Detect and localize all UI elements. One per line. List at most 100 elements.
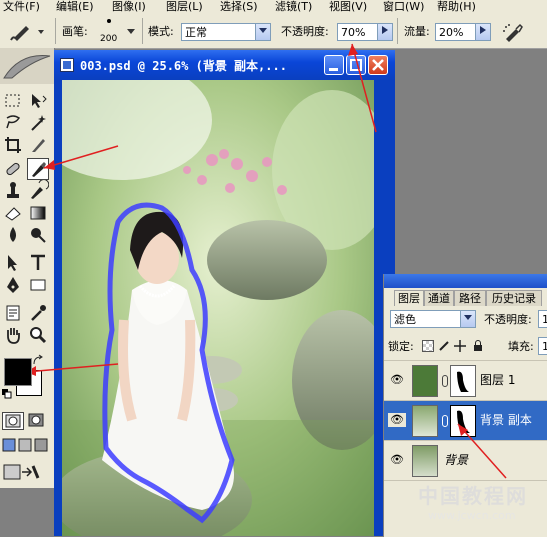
document-title-bar[interactable]: 003.psd @ 25.6% (背景 副本,... bbox=[54, 50, 395, 80]
history-brush-tool-icon[interactable] bbox=[27, 179, 50, 202]
minimize-button[interactable] bbox=[324, 55, 344, 75]
panel-title-bar[interactable] bbox=[384, 274, 547, 288]
layer-row[interactable]: 👁 背景 bbox=[384, 440, 547, 480]
link-icon[interactable] bbox=[442, 415, 448, 427]
lock-all-icon[interactable] bbox=[472, 340, 484, 352]
opacity-slider-button[interactable] bbox=[377, 23, 393, 41]
image-canvas[interactable] bbox=[62, 80, 374, 536]
flow-label: 流量: bbox=[404, 25, 430, 38]
lasso-tool-icon[interactable] bbox=[2, 112, 24, 134]
standard-screen-mode-button[interactable] bbox=[2, 438, 16, 452]
close-button[interactable] bbox=[368, 55, 388, 75]
photo-artwork bbox=[62, 80, 374, 536]
minimize-icon bbox=[329, 68, 338, 71]
menu-window[interactable]: 窗口(W) bbox=[383, 0, 424, 13]
full-screen-mode-button[interactable] bbox=[34, 438, 48, 452]
eraser-tool-icon[interactable] bbox=[2, 202, 24, 224]
healing-brush-tool-icon[interactable] bbox=[2, 158, 24, 180]
flow-slider-button[interactable] bbox=[475, 23, 491, 41]
menu-layer[interactable]: 图层(L) bbox=[166, 0, 203, 13]
tab-layers[interactable]: 图层 bbox=[394, 290, 424, 306]
tab-layers-label: 图层 bbox=[398, 292, 420, 305]
brush-picker[interactable]: 200 bbox=[96, 17, 136, 45]
flow-value: 20% bbox=[439, 26, 464, 39]
gradient-tool-icon[interactable] bbox=[27, 202, 49, 224]
default-colors-icon[interactable] bbox=[2, 388, 12, 399]
layer-thumbnail bbox=[412, 405, 438, 437]
lock-image-icon[interactable] bbox=[438, 340, 450, 352]
menu-edit[interactable]: 编辑(E) bbox=[56, 0, 94, 13]
layer-mask-thumbnail bbox=[450, 365, 476, 397]
menu-view[interactable]: 视图(V) bbox=[329, 0, 367, 13]
hand-tool-icon[interactable] bbox=[2, 324, 24, 346]
menu-bar: 文件(F) 编辑(E) 图像(I) 图层(L) 选择(S) 滤镜(T) 视图(V… bbox=[0, 0, 547, 14]
brush-tip-preview bbox=[107, 19, 111, 23]
menu-filter[interactable]: 滤镜(T) bbox=[275, 0, 312, 13]
tab-history-label: 历史记录 bbox=[492, 292, 536, 305]
menu-help[interactable]: 帮助(H) bbox=[437, 0, 476, 13]
triangle-right-icon bbox=[480, 26, 486, 34]
tab-channels[interactable]: 通道 bbox=[424, 290, 454, 306]
swap-colors-icon[interactable] bbox=[32, 354, 44, 366]
feather-logo-icon bbox=[3, 54, 51, 79]
eyedropper-tool-icon[interactable] bbox=[27, 302, 49, 324]
tab-history[interactable]: 历史记录 bbox=[486, 290, 542, 306]
menu-file[interactable]: 文件(F) bbox=[3, 0, 40, 13]
lock-label: 锁定: bbox=[388, 340, 414, 353]
layer-opacity-input[interactable]: 1 bbox=[538, 310, 547, 328]
layer-name: 背景 bbox=[444, 453, 469, 467]
layer-name: 图层 1 bbox=[480, 373, 516, 387]
visibility-eye-icon[interactable]: 👁 bbox=[388, 413, 406, 427]
maximize-button[interactable] bbox=[346, 55, 366, 75]
rectangle-tool-icon[interactable] bbox=[27, 274, 49, 296]
dodge-tool-icon[interactable] bbox=[27, 224, 49, 246]
opacity-label: 不透明度: bbox=[281, 25, 329, 38]
brush-label: 画笔: bbox=[62, 25, 88, 38]
marquee-tool-icon[interactable] bbox=[2, 90, 24, 112]
lock-position-icon[interactable] bbox=[454, 340, 466, 352]
tab-paths-label: 路径 bbox=[459, 292, 481, 305]
document-title: 003.psd @ 25.6% (背景 副本,... bbox=[80, 59, 287, 73]
document-window: 003.psd @ 25.6% (背景 副本,... bbox=[54, 50, 395, 536]
crop-tool-icon[interactable] bbox=[2, 134, 24, 156]
standard-mode-button[interactable] bbox=[2, 412, 24, 430]
blur-tool-icon[interactable] bbox=[2, 224, 24, 246]
fill-value: 1 bbox=[542, 340, 547, 353]
fill-label: 填充: bbox=[508, 340, 534, 353]
watermark-title: 中国教程网 bbox=[418, 484, 528, 508]
brush-tool-icon[interactable] bbox=[27, 158, 49, 180]
layer-row[interactable]: 👁 图层 1 bbox=[384, 360, 547, 400]
menu-select[interactable]: 选择(S) bbox=[220, 0, 258, 13]
zoom-tool-icon[interactable] bbox=[27, 324, 49, 346]
tab-paths[interactable]: 路径 bbox=[454, 290, 486, 306]
clone-stamp-tool-icon[interactable] bbox=[2, 180, 24, 202]
path-selection-tool-icon[interactable] bbox=[2, 252, 24, 274]
mode-dropdown-button[interactable] bbox=[255, 23, 271, 41]
layer-mask-thumbnail bbox=[450, 405, 476, 437]
blend-mode-dropdown-button[interactable] bbox=[460, 310, 476, 328]
visibility-eye-icon[interactable]: 👁 bbox=[388, 453, 406, 467]
lock-transparency-icon[interactable] bbox=[422, 340, 434, 352]
jump-to-imageready-icon[interactable] bbox=[2, 462, 42, 482]
pen-tool-icon[interactable] bbox=[2, 274, 24, 296]
brush-icon bbox=[10, 26, 44, 41]
slice-tool-icon[interactable] bbox=[27, 134, 49, 156]
type-tool-icon[interactable] bbox=[27, 252, 49, 274]
link-icon[interactable] bbox=[442, 375, 448, 387]
watermark: 中国教程网 www.jcwcn.com bbox=[418, 480, 547, 536]
move-tool-icon[interactable] bbox=[27, 90, 49, 112]
menu-image[interactable]: 图像(I) bbox=[112, 0, 146, 13]
tool-preset-picker[interactable] bbox=[6, 20, 48, 42]
magic-wand-tool-icon[interactable] bbox=[27, 112, 49, 134]
airbrush-toggle[interactable] bbox=[502, 21, 524, 43]
visibility-eye-icon[interactable]: 👁 bbox=[388, 373, 406, 387]
blend-mode-value: 滤色 bbox=[394, 313, 416, 326]
quick-mask-mode-button[interactable] bbox=[26, 412, 48, 430]
fill-input[interactable]: 1 bbox=[538, 337, 547, 355]
full-screen-menu-mode-button[interactable] bbox=[18, 438, 32, 452]
layer-thumbnail bbox=[412, 365, 438, 397]
opacity-value: 70% bbox=[341, 26, 366, 39]
notes-tool-icon[interactable] bbox=[2, 302, 24, 324]
triangle-right-icon bbox=[382, 26, 388, 34]
layer-row[interactable]: 👁 背景 副本 bbox=[384, 400, 547, 440]
